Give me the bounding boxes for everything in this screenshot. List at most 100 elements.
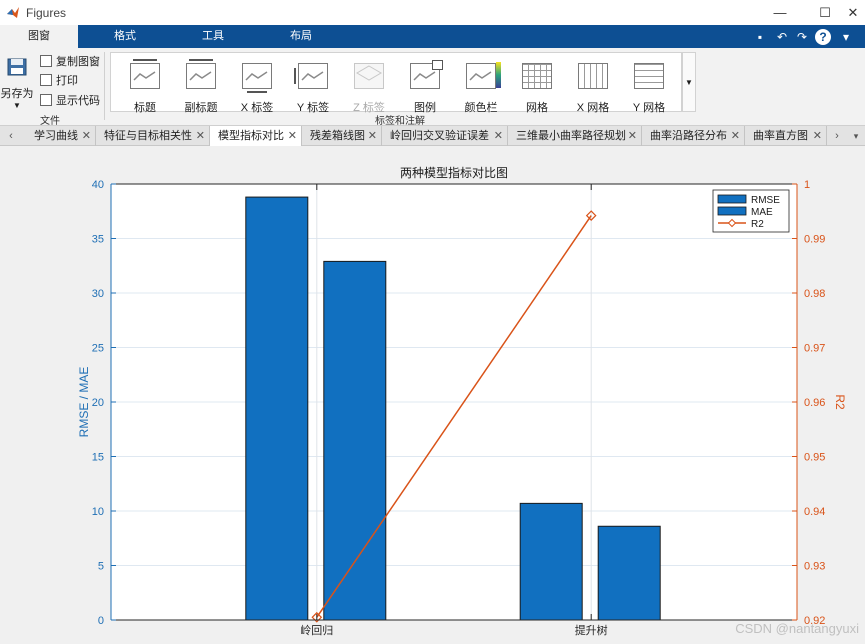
undo-icon[interactable]: ↶ (774, 29, 790, 45)
close-tab-icon[interactable]: ✕ (494, 126, 503, 146)
close-tab-icon[interactable]: ✕ (813, 126, 822, 146)
figure-tab[interactable]: 三维最小曲率路径规划 ✕ (508, 126, 642, 146)
y-tick-label-right: 0.97 (804, 343, 825, 355)
close-tab-icon[interactable]: ✕ (82, 126, 91, 146)
y-tick-label-right: 0.95 (804, 452, 825, 464)
grid-icon (522, 63, 552, 89)
title-bar: Figures — ☐ ✕ (0, 0, 865, 25)
grid-button-label: 网格 (526, 102, 548, 114)
subtitle-button[interactable]: 副标题 (175, 59, 227, 115)
scroll-right-button[interactable]: › (830, 126, 844, 146)
close-tab-icon[interactable]: ✕ (288, 126, 297, 146)
show-code-checkbox[interactable]: 显示代码 (40, 93, 100, 109)
copy-figure-label: 复制图窗 (56, 56, 100, 68)
close-button[interactable]: ✕ (838, 0, 865, 25)
checkbox-icon (40, 94, 52, 106)
save-as-icon (7, 58, 27, 76)
figure-tab-label: 特征与目标相关性 (104, 130, 192, 142)
copy-figure-button[interactable]: 复制图窗 (40, 54, 100, 70)
group-divider (104, 52, 105, 120)
copy-icon (40, 55, 52, 67)
y-axis-label-right: R2 (833, 394, 847, 410)
figure-tab[interactable]: 岭回归交叉验证误差 ✕ (382, 126, 508, 146)
legend-button[interactable]: 图例 (399, 59, 451, 115)
ribbon-tab-bar: 图窗 格式 工具 布局 ▪ ↶ ↷ ? ▾ (0, 25, 865, 48)
ygrid-button[interactable]: Y 网格 (623, 59, 675, 115)
ylabel-button-label: Y 标签 (296, 102, 330, 114)
title-button[interactable]: 标题 (119, 59, 171, 115)
tab-figure[interactable]: 图窗 (0, 25, 78, 48)
title-button-label: 标题 (134, 102, 156, 114)
title-icon (130, 59, 160, 89)
y-axis-label-left: RMSE / MAE (77, 367, 91, 438)
xgrid-button[interactable]: X 网格 (567, 59, 619, 115)
y-tick-label-left: 35 (92, 234, 104, 246)
legend-icon (410, 60, 443, 89)
chart-title: 两种模型指标对比图 (400, 165, 508, 180)
gallery-expand-button[interactable]: ▼ (682, 52, 696, 112)
scroll-left-button[interactable]: ‹ (0, 126, 22, 146)
help-icon[interactable]: ? (815, 29, 831, 45)
ygrid-button-label: Y 网格 (632, 102, 666, 114)
legend-swatch-mae (717, 206, 747, 216)
xlabel-icon (242, 63, 272, 93)
y-tick-label-right: 0.98 (804, 288, 825, 300)
y-tick-label-left: 10 (92, 506, 104, 518)
tab-tools[interactable]: 工具 (174, 25, 252, 48)
colorbar-button[interactable]: 颜色栏 (455, 59, 507, 115)
print-button[interactable]: 打印 (40, 73, 78, 89)
close-tab-icon[interactable]: ✕ (196, 126, 205, 146)
y-tick-label-left: 15 (92, 452, 104, 464)
y-tick-label-right: 0.93 (804, 561, 825, 573)
minimize-button[interactable]: — (765, 0, 795, 25)
tab-format[interactable]: 格式 (86, 25, 164, 48)
close-tab-icon[interactable]: ✕ (368, 126, 377, 146)
figure-tab-label: 三维最小曲率路径规划 (516, 130, 626, 142)
legend-label: R2 (751, 219, 764, 230)
subtitle-button-label: 副标题 (184, 102, 218, 114)
pin-icon[interactable]: ▾ (838, 29, 854, 45)
redo-icon[interactable]: ↷ (794, 29, 810, 45)
matlab-logo-icon (7, 7, 19, 18)
figure-canvas-area: 岭回归 提升树 0 5 10 15 20 25 30 35 40 0.92 0.93 0.94 0.95 0.… (0, 146, 865, 644)
figure-tab[interactable]: 特征与目标相关性 ✕ (96, 126, 210, 146)
figure-tab[interactable]: 曲率直方图 ✕ (745, 126, 827, 146)
subtitle-icon (186, 59, 216, 89)
figure-tab[interactable]: 曲率沿路径分布 ✕ (642, 126, 745, 146)
legend-label: RMSE (751, 195, 780, 206)
annotation-group-title: 标签和注解 (375, 116, 425, 127)
save-as-button[interactable]: 另存为 ▼ (0, 52, 34, 112)
figure-tab-label: 残差箱线图 (310, 130, 365, 142)
printer-icon (40, 74, 52, 86)
figure-tab[interactable]: 学习曲线 ✕ (26, 126, 96, 146)
annotation-gallery: 标题 副标题 X 标签 Y 标签 Z 标签 图例 颜色栏 网格 X 网格 Y 网… (110, 52, 682, 115)
bar-rmse (245, 196, 309, 621)
bar-mae (323, 260, 387, 621)
tab-list-dropdown[interactable]: ▾ (848, 126, 864, 146)
y-tick-label-right: 0.99 (804, 234, 825, 246)
y-tick-label-left: 40 (92, 179, 104, 191)
y-tick-label-left: 5 (98, 561, 104, 573)
maximize-button[interactable]: ☐ (810, 0, 840, 25)
colorbar-button-label: 颜色栏 (464, 102, 498, 114)
grid-button[interactable]: 网格 (511, 59, 563, 115)
xgrid-button-label: X 网格 (576, 102, 610, 114)
xlabel-button[interactable]: X 标签 (231, 59, 283, 115)
zlabel-button[interactable]: Z 标签 (343, 59, 395, 115)
watermark: CSDN @nantangyuxi (735, 621, 859, 636)
y-tick-label-left: 0 (98, 615, 104, 627)
show-code-label: 显示代码 (56, 95, 100, 107)
save-icon[interactable]: ▪ (752, 29, 768, 45)
figure-tab[interactable]: 残差箱线图 ✕ (302, 126, 382, 146)
close-tab-icon[interactable]: ✕ (628, 126, 637, 146)
window-title: Figures (26, 6, 67, 20)
bar-rmse (519, 502, 583, 621)
close-tab-icon[interactable]: ✕ (731, 126, 740, 146)
figure-tab-active[interactable]: 模型指标对比 ✕ (210, 126, 302, 146)
ylabel-button[interactable]: Y 标签 (287, 59, 339, 115)
y-tick-label-left: 20 (92, 397, 104, 409)
combo-chart[interactable]: 岭回归 提升树05101520253035400.920.930.940.950.… (0, 146, 865, 644)
figure-tab-strip: ‹ 学习曲线 ✕ 特征与目标相关性 ✕ 模型指标对比 ✕ 残差箱线图 ✕ 岭回归交叉验证… (0, 126, 865, 146)
y-tick-label-left: 30 (92, 288, 104, 300)
tab-layout[interactable]: 布局 (262, 25, 340, 48)
